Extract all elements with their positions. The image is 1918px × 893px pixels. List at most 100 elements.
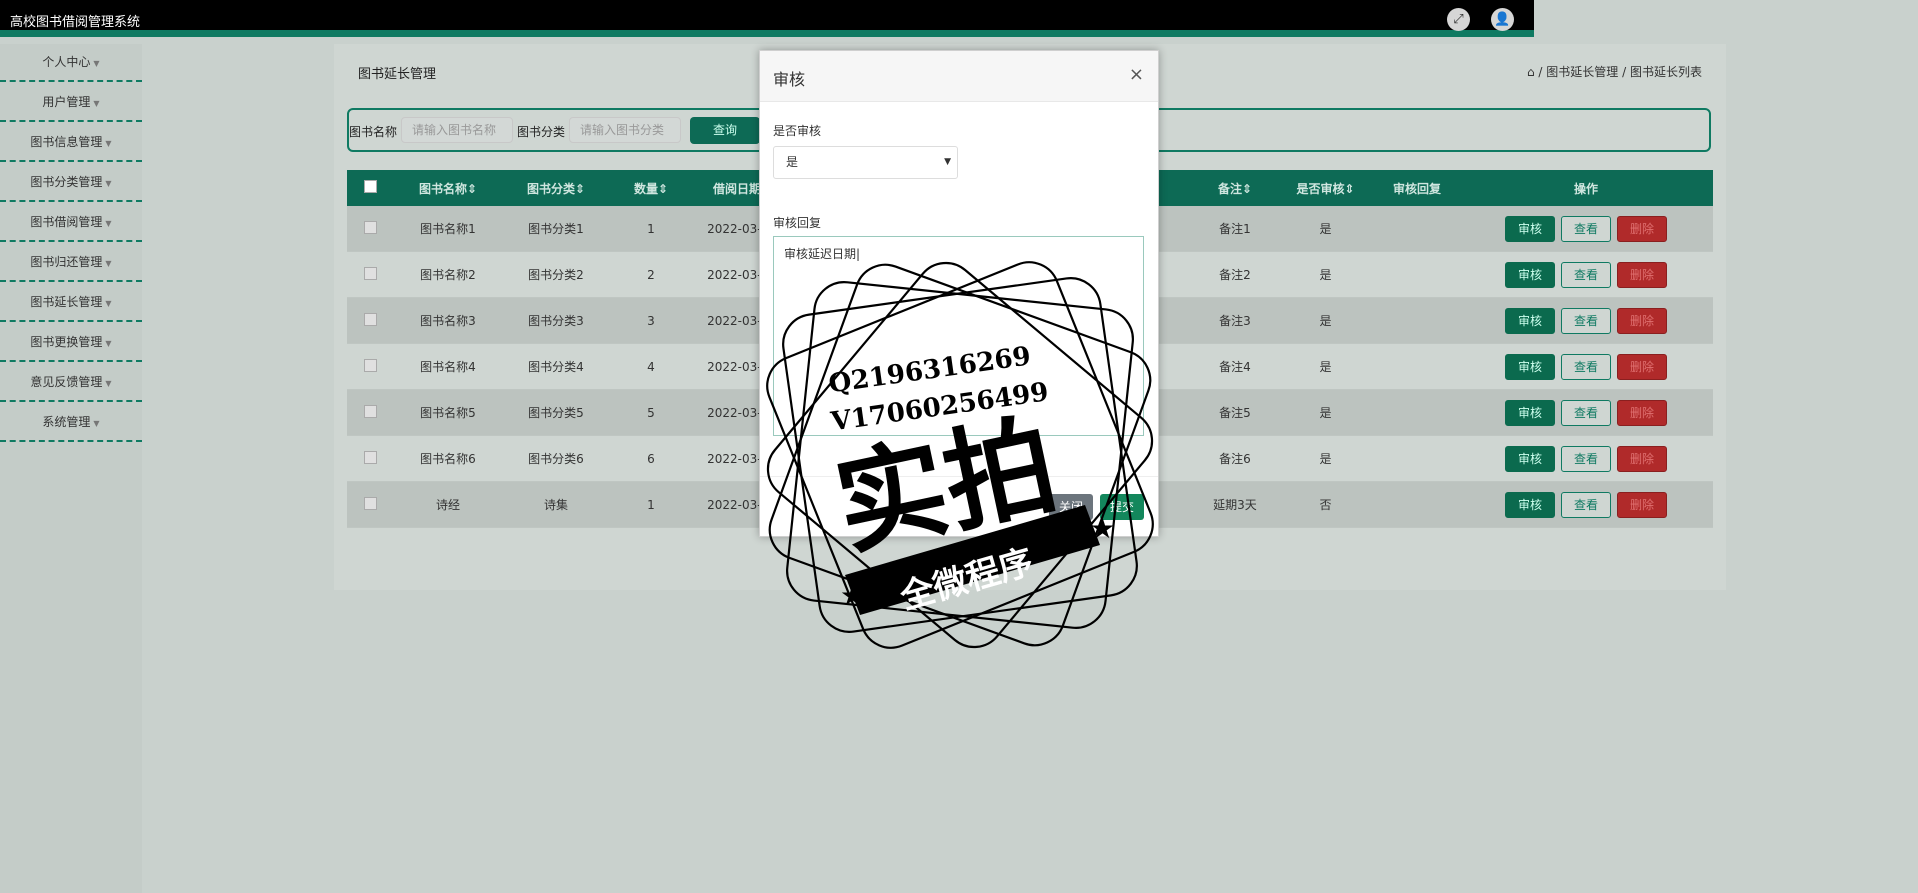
cell-name: 图书名称5 [394, 389, 502, 436]
close-icon[interactable]: × [1129, 64, 1144, 85]
app-title: 高校图书借阅管理系统 [10, 15, 141, 30]
row-checkbox[interactable] [347, 481, 394, 528]
caret-down-icon: ▼ [105, 299, 112, 308]
sidebar-item-users[interactable]: 用户管理 ▼ [0, 84, 142, 122]
col-label: 是否审核 [1296, 181, 1345, 196]
sidebar-item-label: 图书信息管理 [30, 135, 103, 149]
caret-down-icon: ▼ [105, 179, 112, 188]
audit-button[interactable]: 审核 [1505, 445, 1555, 472]
cell-quantity: 6 [610, 435, 692, 482]
col-audited[interactable]: 是否审核⇕ [1276, 170, 1375, 206]
audit-button[interactable]: 审核 [1505, 261, 1555, 288]
col-remark[interactable]: 备注⇕ [1194, 170, 1276, 206]
sidebar-item-exchange[interactable]: 图书更换管理 ▼ [0, 324, 142, 362]
cell-category: 图书分类5 [502, 389, 610, 436]
view-button[interactable]: 查看 [1561, 491, 1611, 518]
view-button[interactable]: 查看 [1561, 353, 1611, 380]
submit-button[interactable]: 提交 [1099, 494, 1144, 520]
caret-down-icon: ▼ [93, 99, 100, 108]
cell-quantity: 1 [610, 206, 692, 252]
delete-button[interactable]: 删除 [1617, 261, 1667, 288]
cell-reply [1375, 206, 1459, 252]
query-button[interactable]: 查询 [690, 117, 760, 144]
view-button[interactable]: 查看 [1561, 215, 1611, 242]
cell-actions: 审核 查看 删除 [1459, 251, 1713, 298]
cell-remark: 延期3天 [1194, 481, 1276, 528]
sidebar-item-label: 图书借阅管理 [30, 215, 103, 229]
audit-modal: 审核 × 是否审核 是 ▼ 审核回复 审核延迟日期| 关闭 提交 [759, 50, 1159, 537]
cell-name: 诗经 [394, 481, 502, 528]
col-label: 备注 [1217, 181, 1242, 196]
cell-remark: 备注5 [1194, 389, 1276, 436]
audit-button[interactable]: 审核 [1505, 399, 1555, 426]
reply-textarea-value: 审核延迟日期 [784, 247, 857, 261]
sidebar-item-feedback[interactable]: 意见反馈管理 ▼ [0, 364, 142, 402]
sort-icon: ⇕ [574, 181, 586, 196]
cell-actions: 审核 查看 删除 [1459, 206, 1713, 252]
close-button[interactable]: 关闭 [1048, 494, 1093, 520]
col-category[interactable]: 图书分类⇕ [502, 170, 610, 206]
row-checkbox[interactable] [347, 206, 394, 252]
cell-remark: 备注2 [1194, 251, 1276, 298]
col-label: 数量 [633, 181, 658, 196]
row-checkbox[interactable] [347, 343, 394, 390]
view-button[interactable]: 查看 [1561, 399, 1611, 426]
home-icon[interactable]: ⌂ [1527, 65, 1535, 79]
cell-category: 图书分类1 [502, 206, 610, 252]
view-button[interactable]: 查看 [1561, 445, 1611, 472]
sidebar-item-return[interactable]: 图书归还管理 ▼ [0, 244, 142, 282]
sidebar-item-book-category[interactable]: 图书分类管理 ▼ [0, 164, 142, 202]
row-checkbox[interactable] [347, 251, 394, 298]
col-name[interactable]: 图书名称⇕ [394, 170, 502, 206]
book-category-input[interactable]: 请输入图书分类 [569, 117, 681, 143]
modal-header: 审核 × [760, 51, 1158, 102]
sidebar-item-borrow[interactable]: 图书借阅管理 ▼ [0, 204, 142, 242]
col-label: 图书分类 [526, 181, 575, 196]
audit-button[interactable]: 审核 [1505, 307, 1555, 334]
breadcrumb-separator: / [1622, 65, 1627, 79]
cell-actions: 审核 查看 删除 [1459, 343, 1713, 390]
sidebar-item-book-info[interactable]: 图书信息管理 ▼ [0, 124, 142, 162]
book-name-input[interactable]: 请输入图书名称 [401, 117, 513, 143]
delete-button[interactable]: 删除 [1617, 491, 1667, 518]
audit-button[interactable]: 审核 [1505, 353, 1555, 380]
fullscreen-icon[interactable]: ⤢ [1447, 8, 1470, 31]
cell-remark: 备注1 [1194, 206, 1276, 252]
breadcrumb-level1[interactable]: 图书延长管理 [1546, 65, 1618, 79]
sidebar: 个人中心 ▼ 用户管理 ▼ 图书信息管理 ▼ 图书分类管理 ▼ 图书借阅管理 ▼ 图书归还… [0, 44, 142, 893]
cell-quantity: 1 [610, 481, 692, 528]
col-label: 图书名称 [418, 181, 467, 196]
sidebar-item-label: 用户管理 [42, 95, 91, 109]
select-all-checkbox[interactable] [347, 170, 394, 206]
row-checkbox[interactable] [347, 389, 394, 436]
reply-textarea[interactable]: 审核延迟日期| [773, 236, 1144, 436]
row-checkbox[interactable] [347, 297, 394, 344]
user-avatar-icon[interactable]: 👤 [1491, 8, 1514, 31]
delete-button[interactable]: 删除 [1617, 399, 1667, 426]
sidebar-item-system[interactable]: 系统管理 ▼ [0, 404, 142, 442]
sort-icon: ⇕ [1344, 181, 1355, 196]
audit-label: 是否审核 [773, 124, 822, 138]
audit-select[interactable]: 是 ▼ [773, 146, 958, 179]
audit-button[interactable]: 审核 [1505, 215, 1555, 242]
sidebar-item-extend[interactable]: 图书延长管理 ▼ [0, 284, 142, 322]
cell-quantity: 5 [610, 389, 692, 436]
delete-button[interactable]: 删除 [1617, 445, 1667, 472]
cell-audited: 是 [1276, 343, 1375, 390]
delete-button[interactable]: 删除 [1617, 215, 1667, 242]
cell-audited: 是 [1276, 435, 1375, 482]
book-category-label: 图书分类 [517, 125, 566, 139]
col-quantity[interactable]: 数量⇕ [610, 170, 692, 206]
cell-audited: 是 [1276, 297, 1375, 344]
sidebar-item-personal[interactable]: 个人中心 ▼ [0, 44, 142, 82]
breadcrumb-separator: / [1538, 65, 1543, 79]
page-title: 图书延长管理 [358, 67, 437, 82]
delete-button[interactable]: 删除 [1617, 307, 1667, 334]
audit-button[interactable]: 审核 [1505, 491, 1555, 518]
view-button[interactable]: 查看 [1561, 307, 1611, 334]
delete-button[interactable]: 删除 [1617, 353, 1667, 380]
row-checkbox[interactable] [347, 435, 394, 482]
view-button[interactable]: 查看 [1561, 261, 1611, 288]
cell-actions: 审核 查看 删除 [1459, 481, 1713, 528]
cell-audited: 是 [1276, 389, 1375, 436]
